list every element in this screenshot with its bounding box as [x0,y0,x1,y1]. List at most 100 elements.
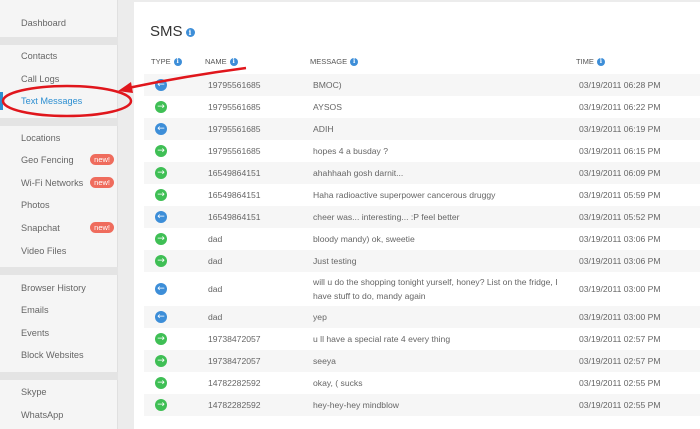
sidebar-divider [0,267,118,275]
page-title-text: SMS [150,23,183,40]
sidebar-item-label: Dashboard [21,18,66,28]
contact-name: 19795561685 [208,146,261,156]
contact-name: dad [208,234,223,244]
sidebar-item-whatsapp[interactable]: WhatsApp [0,406,118,424]
message-text: bloody mandy) ok, sweetie [313,234,415,244]
sidebar-item-label: Photos [21,200,50,210]
message-text: cheer was... interesting... :P feel bett… [313,212,460,222]
arrow-right-icon: → [155,255,167,267]
sidebar-item-dashboard[interactable]: Dashboard [0,14,118,32]
table-row[interactable]: ← 19795561685 ADIH 03/19/2011 06:19 PM [144,118,700,140]
new-badge: new! [90,154,114,165]
arrow-right-icon: → [155,399,167,411]
contact-name: 19738472057 [208,356,261,366]
table-row[interactable]: ← dad yep 03/19/2011 03:00 PM [144,306,700,328]
message-text: AYSOS [313,102,342,112]
sidebar-item-contacts[interactable]: Contacts [0,47,118,65]
sidebar-item-photos[interactable]: Photos [0,196,118,214]
table-row[interactable]: → 16549864151 Haha radioactive superpower … [144,184,700,206]
column-header-type[interactable]: TYPE i [151,57,182,67]
info-icon[interactable]: i [596,58,605,67]
message-time: 03/19/2011 06:28 PM [579,80,661,90]
arrow-right-icon: → [155,333,167,345]
sidebar-item-emails[interactable]: Emails [0,301,118,319]
contact-name: 19795561685 [208,102,261,112]
sidebar-item-snapchat[interactable]: Snapchat new! [0,219,118,237]
sidebar-item-label: Wi-Fi Networks [21,178,84,188]
table-row[interactable]: → 19795561685 AYSOS 03/19/2011 06:22 PM [144,96,700,118]
contact-name: 16549864151 [208,168,261,178]
column-header-label: TYPE [151,57,171,66]
sidebar-item-text-messages[interactable]: Text Messages [0,92,118,110]
column-header-name[interactable]: NAME i [205,57,238,67]
arrow-right-icon: → [155,101,167,113]
message-time: 03/19/2011 03:06 PM [579,256,661,266]
sidebar-item-skype[interactable]: Skype [0,383,118,401]
new-badge: new! [90,177,114,188]
message-time: 03/19/2011 03:00 PM [579,284,661,294]
sidebar-item-label: Video Files [21,246,67,256]
contact-name: dad [208,312,223,322]
sidebar-item-call-logs[interactable]: Call Logs [0,70,118,88]
table-row[interactable]: ← 16549864151 cheer was... interesting... … [144,206,700,228]
sidebar-item-label: Browser History [21,283,86,293]
column-header-message[interactable]: MESSAGE i [310,57,359,67]
sidebar-item-block-websites[interactable]: Block Websites [0,346,118,364]
sidebar-item-locations[interactable]: Locations [0,129,118,147]
message-text: u ll have a special rate 4 every thing [313,334,451,344]
message-time: 03/19/2011 02:57 PM [579,356,661,366]
sidebar-item-geo-fencing[interactable]: Geo Fencing new! [0,151,118,169]
sidebar-item-video-files[interactable]: Video Files [0,242,118,260]
message-text: seeya [313,356,336,366]
message-text: hopes 4 a busday ? [313,146,389,156]
table-row[interactable]: → 19738472057 seeya 03/19/2011 02:57 PM [144,350,700,372]
table-row[interactable]: → 16549864151 ahahhaah gosh darnit... 03/19… [144,162,700,184]
contact-name: 16549864151 [208,190,261,200]
contact-name: dad [208,284,223,294]
table-row[interactable]: ← dad will u do the shopping tonight yurse… [144,272,700,306]
contact-name: 19738472057 [208,334,261,344]
column-header-time[interactable]: TIME i [576,57,605,67]
info-icon[interactable]: i [350,58,359,67]
info-icon[interactable]: i [229,58,238,67]
sidebar-item-label: Text Messages [21,96,83,106]
info-icon[interactable]: i [185,27,195,37]
contact-name: 19795561685 [208,124,261,134]
sidebar-item-label: Block Websites [21,350,84,360]
sidebar-divider [0,37,118,45]
table-row[interactable]: ← 19795561685 BMOC) 03/19/2011 06:28 PM [144,74,700,96]
arrow-left-icon: ← [155,79,167,91]
sidebar-item-label: WhatsApp [21,410,64,420]
message-text: hey-hey-hey mindblow [313,400,399,410]
message-text: okay, ( sucks [313,378,363,388]
message-time: 03/19/2011 02:55 PM [579,400,661,410]
message-time: 03/19/2011 06:15 PM [579,146,661,156]
table-row[interactable]: → dad Just testing 03/19/2011 03:06 PM [144,250,700,272]
column-header-label: MESSAGE [310,57,348,66]
arrow-left-icon: ← [155,211,167,223]
sidebar-item-browser-history[interactable]: Browser History [0,279,118,297]
message-time: 03/19/2011 02:55 PM [579,378,661,388]
arrow-left-icon: ← [155,283,167,295]
sidebar: Dashboard Contacts Call Logs Text Messag… [0,0,118,429]
page-title: SMS i [150,23,195,40]
message-time: 03/19/2011 06:19 PM [579,124,661,134]
sidebar-item-events[interactable]: Events [0,324,118,342]
table-row[interactable]: → 14782282592 hey-hey-hey mindblow 03/19/20… [144,394,700,416]
info-icon[interactable]: i [173,58,182,67]
pointer-arrowhead [118,82,133,93]
arrow-left-icon: ← [155,123,167,135]
message-text: Just testing [313,256,357,266]
sidebar-item-label: Contacts [21,51,58,61]
table-row[interactable]: → 19738472057 u ll have a special rate 4 e… [144,328,700,350]
sidebar-item-wifi-networks[interactable]: Wi-Fi Networks new! [0,174,118,192]
sidebar-item-label: Locations [21,133,61,143]
sidebar-item-label: Events [21,328,50,338]
table-row[interactable]: → 14782282592 okay, ( sucks 03/19/2011 02:5… [144,372,700,394]
table-row[interactable]: → 19795561685 hopes 4 a busday ? 03/19/2011… [144,140,700,162]
table-row[interactable]: → dad bloody mandy) ok, sweetie 03/19/2011 … [144,228,700,250]
arrow-right-icon: → [155,355,167,367]
column-header-label: TIME [576,57,594,66]
sidebar-item-label: Geo Fencing [21,155,74,165]
sidebar-item-label: Snapchat [21,223,60,233]
